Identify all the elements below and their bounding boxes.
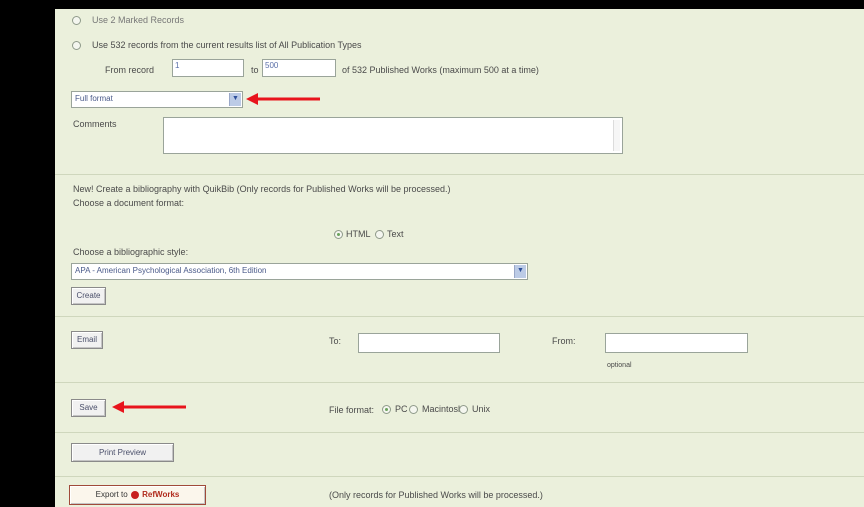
create-button[interactable]: Create [71,287,106,305]
bibliographic-style-select[interactable]: APA - American Psychological Association… [71,263,528,280]
quikbib-intro: New! Create a bibliography with QuikBib … [73,184,451,194]
marked-records-label: Use 2 Marked Records [92,15,185,25]
file-format-label: File format: [329,405,375,415]
export-panel: Use 2 Marked Records Use 532 records fro… [55,9,864,507]
radio-pc[interactable] [382,405,391,414]
radio-marked-records[interactable] [72,16,81,25]
refworks-logo-icon [130,490,139,499]
refworks-brand: RefWorks [142,490,180,499]
radio-macintosh[interactable] [409,405,418,414]
to-record-input[interactable]: 500 [262,59,336,77]
range-suffix-text: of 532 Published Works (maximum 500 at a… [342,65,539,75]
pc-label: PC [395,404,408,414]
bibliographic-style-label: Choose a bibliographic style: [73,247,189,257]
to-label: to [251,65,259,75]
section-divider [55,382,864,383]
unix-label: Unix [472,404,491,414]
email-button[interactable]: Email [71,331,103,349]
email-to-input[interactable] [358,333,500,353]
text-label: Text [387,229,404,239]
email-from-input[interactable] [605,333,748,353]
textarea-scrollbar[interactable] [613,120,620,151]
radio-all-records[interactable] [72,41,81,50]
export-to-refworks-button[interactable]: Export to RefWorks [69,485,206,505]
format-select-value: Full format [75,94,113,103]
print-preview-button[interactable]: Print Preview [71,443,174,462]
annotation-arrow-icon [246,93,320,105]
save-button[interactable]: Save [71,399,106,417]
section-divider [55,316,864,317]
optional-note: optional [607,362,632,369]
document-format-label: Choose a document format: [73,198,185,208]
comments-textarea[interactable] [163,117,623,154]
all-records-label: Use 532 records from the current results… [92,40,362,50]
refworks-note: (Only records for Published Works will b… [329,490,543,500]
bibliographic-style-value: APA - American Psychological Association… [75,266,267,275]
email-to-label: To: [329,336,342,346]
macintosh-label: Macintosh [422,404,464,414]
radio-text[interactable] [375,230,384,239]
export-prefix: Export to [95,490,128,499]
email-from-label: From: [552,336,576,346]
radio-unix[interactable] [459,405,468,414]
section-divider [55,476,864,477]
html-label: HTML [346,229,371,239]
annotation-arrow-icon [112,401,186,413]
section-divider [55,432,864,433]
chevron-down-icon[interactable]: ▼ [514,265,526,278]
comments-label: Comments [73,119,117,129]
chevron-down-icon[interactable]: ▼ [229,93,241,106]
from-record-input[interactable]: 1 [172,59,244,77]
section-divider [55,174,864,175]
from-record-label: From record [105,65,155,75]
format-select[interactable]: Full format ▼ [71,91,243,108]
radio-html[interactable] [334,230,343,239]
